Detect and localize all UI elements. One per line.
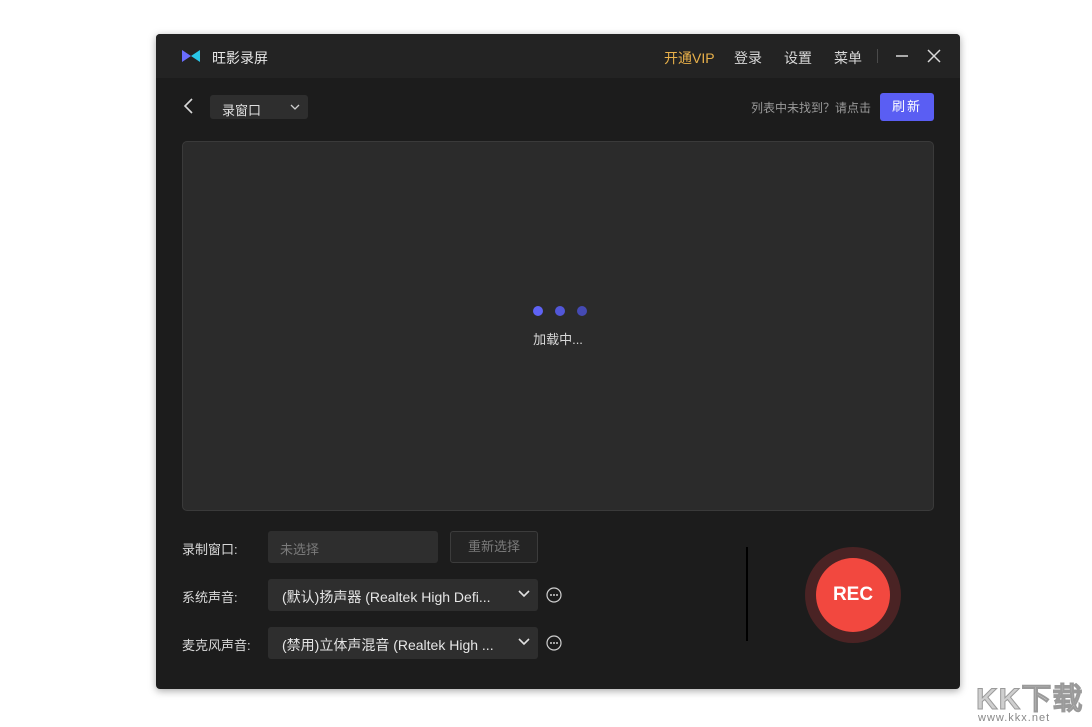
vip-link[interactable]: 开通VIP (664, 48, 715, 68)
minimize-icon[interactable] (894, 48, 910, 64)
mic-audio-select[interactable]: (禁用)立体声混音 (Realtek High ... (268, 627, 538, 659)
refresh-button[interactable]: 刷新 (880, 93, 934, 121)
app-title: 旺影录屏 (212, 50, 268, 66)
record-window-placeholder: 未选择 (280, 542, 320, 557)
app-window: 旺影录屏 开通VIP 登录 设置 菜单 录窗口 列表中未找到？请点击 刷新 加载… (156, 34, 960, 689)
mic-audio-label: 麦克风声音: (182, 638, 251, 653)
app-logo-icon (182, 50, 200, 62)
chevron-down-icon (518, 590, 530, 598)
login-link[interactable]: 登录 (734, 48, 762, 68)
record-window-field[interactable]: 未选择 (268, 531, 438, 563)
more-options-icon[interactable] (546, 635, 562, 651)
back-arrow-icon[interactable] (182, 97, 196, 115)
loading-dot (533, 306, 543, 316)
mode-select[interactable]: 录窗口 (210, 95, 308, 119)
titlebar-divider (877, 49, 878, 63)
refresh-hint: 列表中未找到？请点击 (750, 101, 871, 115)
record-window-label: 录制窗口: (182, 542, 238, 557)
menu-link[interactable]: 菜单 (834, 48, 862, 68)
more-options-icon[interactable] (546, 587, 562, 603)
vertical-divider (746, 547, 748, 641)
reselect-button[interactable]: 重新选择 (450, 531, 538, 563)
window-preview-area: 加载中... (182, 141, 934, 511)
rec-button[interactable]: REC (816, 558, 890, 632)
system-audio-value: (默认)扬声器 (Realtek High Defi... (282, 589, 491, 605)
close-icon[interactable] (926, 48, 942, 64)
watermark-url: www.kkx.net (978, 712, 1051, 724)
system-audio-label: 系统声音: (182, 590, 238, 605)
mic-audio-value: (禁用)立体声混音 (Realtek High ... (282, 637, 494, 653)
title-bar: 旺影录屏 开通VIP 登录 设置 菜单 (156, 34, 960, 78)
chevron-down-icon (518, 638, 530, 646)
mode-select-value: 录窗口 (222, 103, 262, 118)
watermark: KK下载 www.kkx.net (972, 672, 1092, 727)
loading-dot (577, 306, 587, 316)
loading-spinner (531, 306, 591, 318)
chevron-down-icon (290, 104, 300, 110)
system-audio-select[interactable]: (默认)扬声器 (Realtek High Defi... (268, 579, 538, 611)
loading-text: 加载中... (533, 332, 583, 347)
loading-dot (555, 306, 565, 316)
settings-link[interactable]: 设置 (784, 48, 812, 68)
